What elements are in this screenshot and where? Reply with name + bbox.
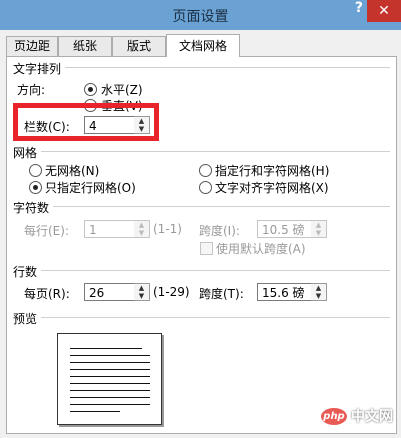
lines-pitch-spinner[interactable]: ▲ ▼: [311, 283, 327, 301]
radio-line-char-grid-label: 指定行和字符网格(H): [215, 164, 330, 178]
radio-horizontal[interactable]: [84, 83, 97, 96]
divider: [13, 317, 390, 318]
columns-input[interactable]: 4: [84, 116, 138, 134]
columns-label: 栏数(C):: [24, 118, 70, 135]
radio-vertical[interactable]: [84, 99, 97, 112]
lines-per-page-input[interactable]: 26: [84, 283, 138, 301]
divider: [13, 151, 390, 152]
preview-line: [70, 397, 150, 398]
page-setup-dialog: 页面设置 ? ✕ 页边距 纸张 版式 文档网格 文字排列 方向: 水平(Z) 垂…: [0, 0, 401, 438]
tab-document-grid[interactable]: 文档网格: [166, 34, 240, 57]
watermark-text: 中文网: [351, 409, 393, 425]
section-characters: 字符数: [13, 199, 54, 216]
section-lines: 行数: [13, 263, 42, 280]
radio-vertical-label: 垂直(V): [101, 99, 143, 113]
title-bar: 页面设置 ? ✕: [0, 0, 401, 30]
preview-line: [70, 362, 150, 363]
preview-line: [70, 383, 150, 384]
section-grid: 网格: [13, 144, 42, 161]
chars-per-line-input[interactable]: 1: [84, 220, 138, 238]
direction-label: 方向:: [17, 83, 46, 97]
divider: [13, 206, 390, 207]
close-button[interactable]: ✕: [367, 0, 401, 22]
lines-pitch-label: 跨度(T):: [199, 287, 244, 301]
tab-paper[interactable]: 纸张: [58, 36, 112, 56]
chars-per-line-label: 每行(E):: [24, 224, 69, 238]
radio-horizontal-label: 水平(Z): [101, 83, 143, 97]
help-button[interactable]: ?: [355, 0, 363, 16]
lines-per-page-label: 每页(R):: [24, 287, 70, 301]
radio-snap-char-grid-label: 文字对齐字符网格(X): [215, 181, 329, 195]
lines-per-page-spinner[interactable]: ▲ ▼: [134, 283, 150, 301]
radio-no-grid-label: 无网格(N): [45, 164, 100, 178]
section-text-direction: 文字排列: [13, 60, 66, 77]
preview-line: [70, 355, 150, 356]
radio-line-grid-only[interactable]: [29, 181, 42, 194]
preview-line: [70, 369, 150, 370]
preview-line: [70, 376, 150, 377]
chars-range: (1-1): [153, 222, 182, 236]
preview-line: [70, 404, 150, 405]
chars-pitch-label: 跨度(I):: [199, 224, 240, 238]
chars-pitch-input[interactable]: 10.5 磅: [257, 220, 315, 238]
default-pitch-label: 使用默认跨度(A): [216, 242, 306, 256]
radio-no-grid[interactable]: [29, 164, 42, 177]
divider: [13, 67, 390, 68]
document-grid-panel: 文字排列 方向: 水平(Z) 垂直(V) 栏数(C): 4 ▲ ▼ 网格 无网格(…: [6, 56, 397, 434]
lines-range: (1-29): [153, 285, 190, 299]
radio-line-char-grid[interactable]: [199, 164, 212, 177]
lines-pitch-input[interactable]: 15.6 磅: [257, 283, 315, 301]
preview-line: [70, 348, 142, 349]
default-pitch-checkbox[interactable]: [200, 242, 213, 255]
preview-page: [57, 333, 162, 425]
divider: [13, 270, 390, 271]
preview-line: [70, 390, 150, 391]
chars-pitch-spinner[interactable]: ▲ ▼: [311, 220, 327, 238]
chars-per-line-spinner[interactable]: ▲ ▼: [134, 220, 150, 238]
section-preview: 预览: [13, 310, 42, 327]
dialog-title: 页面设置: [172, 9, 229, 25]
columns-spinner[interactable]: ▲ ▼: [134, 116, 150, 134]
watermark: php 中文网: [321, 406, 393, 426]
close-icon: ✕: [378, 3, 390, 19]
radio-snap-char-grid[interactable]: [199, 181, 212, 194]
preview-line: [70, 411, 120, 412]
tab-margins[interactable]: 页边距: [6, 36, 58, 56]
tab-layout[interactable]: 版式: [112, 36, 166, 56]
php-logo: php: [321, 407, 347, 425]
radio-line-grid-only-label: 只指定行网格(O): [45, 181, 136, 195]
